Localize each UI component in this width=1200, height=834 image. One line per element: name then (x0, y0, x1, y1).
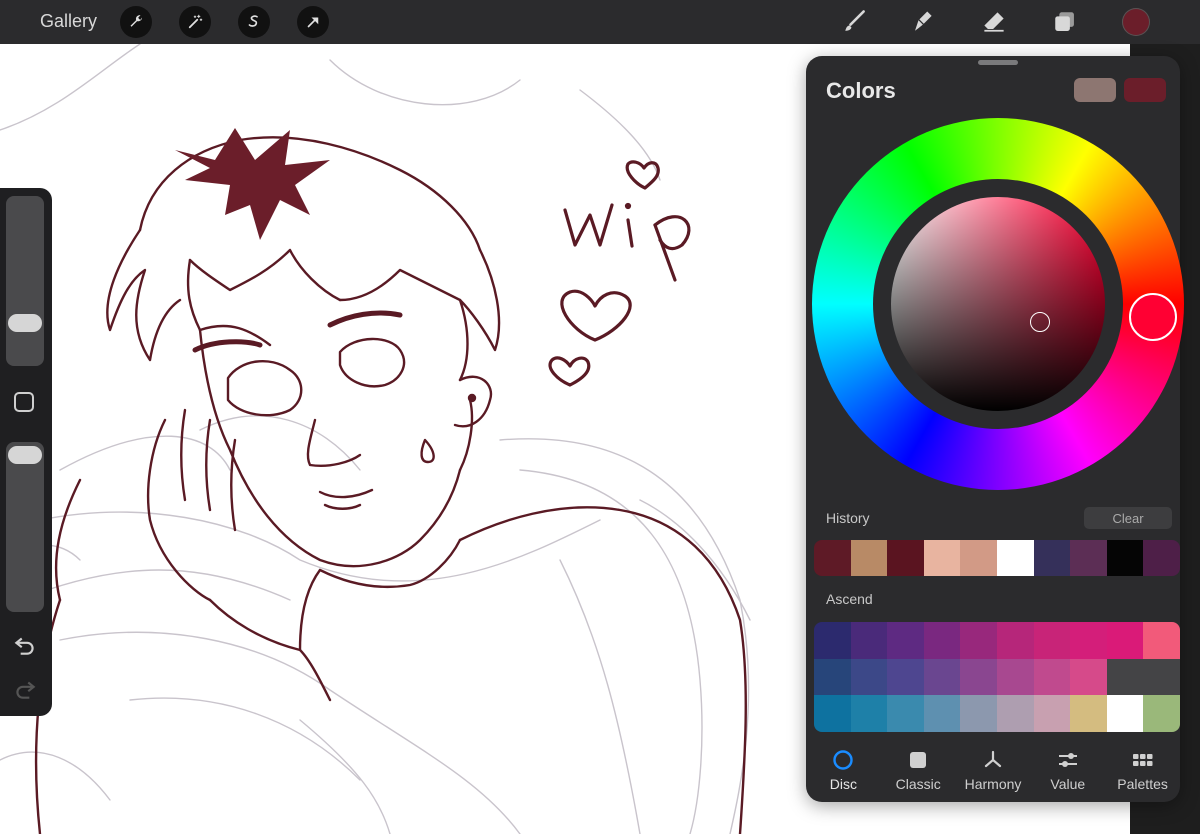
palette-swatch[interactable] (850, 622, 888, 659)
palette-swatch[interactable] (887, 658, 924, 696)
tab-value[interactable]: Value (1030, 742, 1105, 792)
gallery-button[interactable]: Gallery (40, 11, 97, 32)
palette-swatch[interactable] (1106, 658, 1144, 696)
palette-swatch[interactable] (1033, 622, 1071, 659)
palette-swatch[interactable] (1070, 658, 1107, 696)
opacity-knob[interactable] (8, 446, 42, 464)
history-swatch[interactable] (887, 540, 924, 576)
history-swatch[interactable] (1143, 540, 1180, 576)
palette-swatch[interactable] (1106, 695, 1144, 732)
history-swatch[interactable] (960, 540, 997, 576)
clear-history-button[interactable]: Clear (1084, 507, 1172, 529)
palette-grid (814, 622, 1180, 732)
palette-swatch[interactable] (850, 695, 888, 732)
secondary-color-swatch[interactable] (1124, 78, 1166, 102)
palette-swatch[interactable] (1070, 695, 1107, 732)
palette-row (814, 658, 1180, 696)
smudge-icon[interactable] (906, 6, 938, 38)
palette-swatch[interactable] (1033, 695, 1071, 732)
palette-swatch[interactable] (960, 695, 997, 732)
brush-size-knob[interactable] (8, 314, 42, 332)
palette-swatch[interactable] (923, 622, 961, 659)
palette-swatch[interactable] (923, 695, 961, 732)
redo-icon[interactable] (12, 676, 38, 702)
tab-label: Disc (829, 776, 858, 792)
tab-label: Classic (895, 776, 941, 792)
history-swatch[interactable] (1106, 540, 1144, 576)
transform-arrow-icon[interactable] (297, 6, 329, 38)
history-swatch[interactable] (814, 540, 851, 576)
disc-icon (831, 748, 855, 772)
tab-disc[interactable]: Disc (806, 742, 881, 792)
palette-name: Ascend (826, 591, 873, 607)
color-mode-tabs: Disc Classic Harmony Value Palettes (806, 742, 1180, 792)
hue-handle[interactable] (1129, 293, 1177, 341)
colors-panel: Colors History Clear Ascend Disc Classic… (806, 56, 1184, 802)
palette-swatch[interactable] (887, 695, 924, 732)
side-toolbar (0, 188, 52, 716)
wrench-icon[interactable] (120, 6, 152, 38)
top-toolbar: Gallery (0, 0, 1200, 44)
history-swatch[interactable] (1070, 540, 1107, 576)
palette-swatch[interactable] (1143, 695, 1180, 732)
tab-label: Harmony (964, 776, 1022, 792)
palette-swatch[interactable] (996, 695, 1034, 732)
panel-title: Colors (826, 78, 896, 103)
selection-icon[interactable] (238, 6, 270, 38)
history-swatch[interactable] (996, 540, 1034, 576)
palette-swatch[interactable] (1070, 622, 1107, 659)
magic-wand-icon[interactable] (179, 6, 211, 38)
layers-icon[interactable] (1049, 6, 1081, 38)
opacity-slider[interactable] (6, 442, 44, 612)
undo-icon[interactable] (12, 632, 38, 658)
palette-swatch[interactable] (996, 622, 1034, 659)
palette-swatch[interactable] (1106, 622, 1144, 659)
modifier-button[interactable] (14, 392, 34, 412)
palette-swatch[interactable] (923, 658, 961, 696)
palette-swatch[interactable] (814, 695, 851, 732)
tab-label: Value (1050, 776, 1086, 792)
eraser-icon[interactable] (978, 6, 1010, 38)
palettes-grid-icon (1131, 748, 1155, 772)
tab-harmony[interactable]: Harmony (956, 742, 1031, 792)
history-swatch[interactable] (850, 540, 888, 576)
history-label: History (826, 510, 870, 526)
value-sliders-icon (1056, 748, 1080, 772)
history-swatch[interactable] (923, 540, 961, 576)
classic-square-icon (906, 748, 930, 772)
primary-color-swatch[interactable] (1074, 78, 1116, 102)
palette-swatch[interactable] (960, 622, 997, 659)
tab-classic[interactable]: Classic (881, 742, 956, 792)
palette-swatch[interactable] (1143, 658, 1180, 696)
palette-swatch[interactable] (960, 658, 997, 696)
panel-grabber[interactable] (978, 60, 1018, 65)
history-swatches (814, 540, 1180, 576)
palette-swatch[interactable] (1033, 658, 1071, 696)
brush-icon[interactable] (838, 6, 870, 38)
palette-swatch[interactable] (1143, 622, 1180, 659)
palette-swatch[interactable] (814, 622, 851, 659)
palette-swatch[interactable] (814, 658, 851, 696)
brush-size-slider[interactable] (6, 196, 44, 366)
tab-label: Palettes (1117, 776, 1168, 792)
current-color-button[interactable] (1122, 8, 1150, 36)
palette-row (814, 622, 1180, 659)
palette-row (814, 695, 1180, 732)
palette-swatch[interactable] (887, 622, 924, 659)
tab-palettes[interactable]: Palettes (1105, 742, 1180, 792)
palette-swatch[interactable] (850, 658, 888, 696)
harmony-icon (981, 748, 1005, 772)
saturation-brightness-disc[interactable] (891, 197, 1105, 411)
saturation-handle[interactable] (1030, 312, 1050, 332)
palette-swatch[interactable] (996, 658, 1034, 696)
history-swatch[interactable] (1033, 540, 1071, 576)
color-disc (812, 118, 1184, 490)
